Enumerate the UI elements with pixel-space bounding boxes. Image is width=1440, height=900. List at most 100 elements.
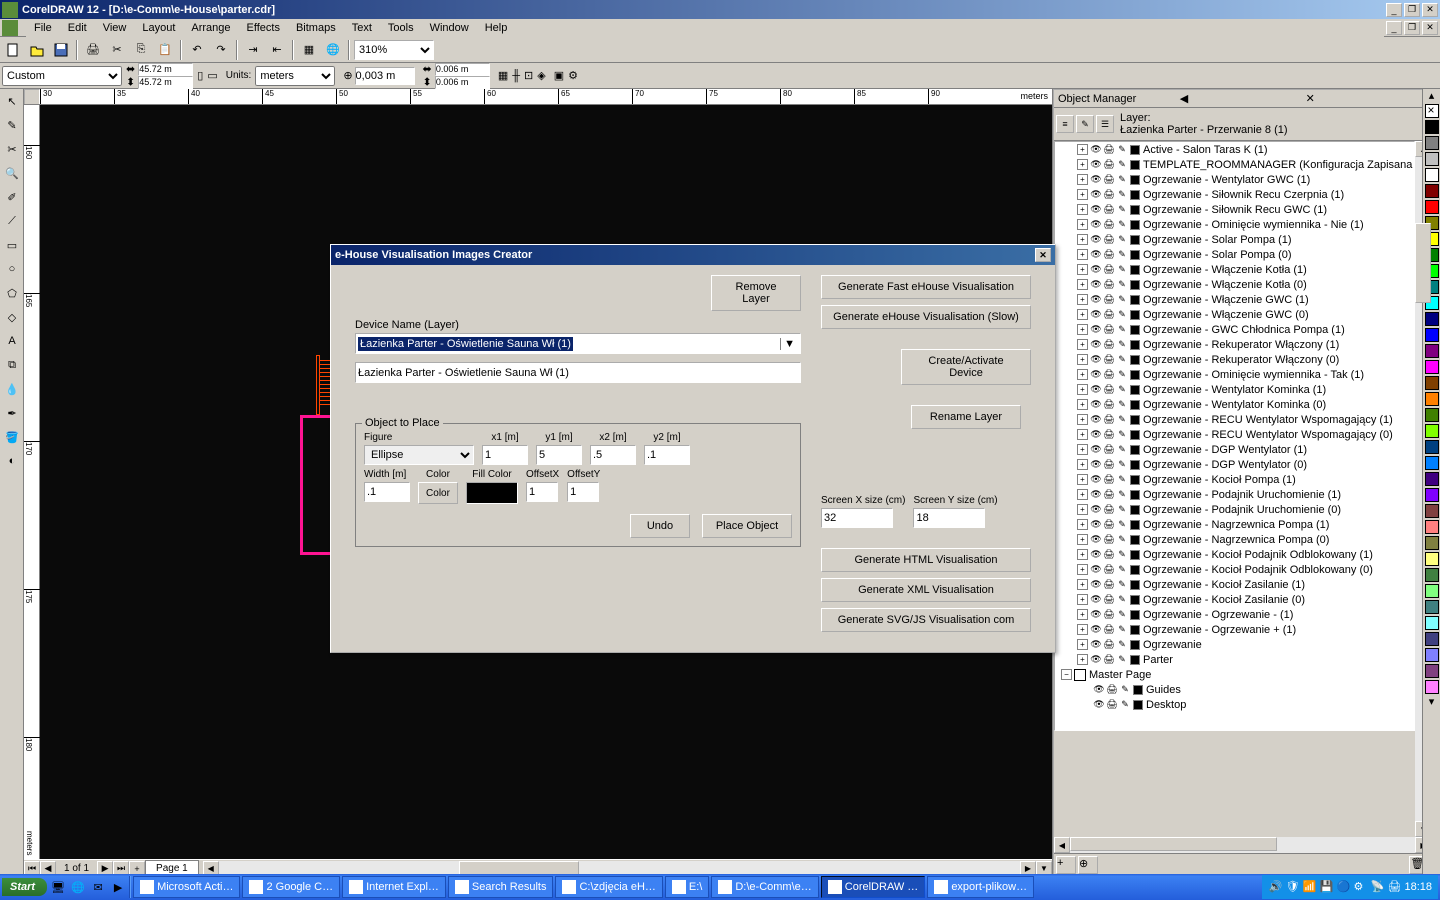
layer-color-swatch[interactable] — [1130, 325, 1140, 335]
layer-row[interactable]: +👁🖨✎Ogrzewanie - Włączenie GWC (1) — [1055, 292, 1414, 307]
taskbar-task[interactable]: Microsoft Acti… — [133, 876, 240, 898]
layer-color-swatch[interactable] — [1130, 580, 1140, 590]
print-icon[interactable]: 🖨 — [1103, 354, 1115, 366]
tree-expand-icon[interactable]: + — [1077, 384, 1088, 395]
undo-button[interactable]: Undo — [630, 514, 690, 538]
print-icon[interactable]: 🖨 — [1103, 399, 1115, 411]
eye-icon[interactable]: 👁 — [1090, 594, 1102, 606]
layer-color-swatch[interactable] — [1130, 595, 1140, 605]
layer-color-swatch[interactable] — [1130, 265, 1140, 275]
screen-x-input[interactable] — [821, 508, 893, 528]
eye-icon[interactable]: 👁 — [1090, 354, 1102, 366]
pencil-icon[interactable]: ✎ — [1116, 234, 1128, 246]
pencil-icon[interactable]: ✎ — [1116, 414, 1128, 426]
layer-row[interactable]: +👁🖨✎Ogrzewanie - Ogrzewanie + (1) — [1055, 622, 1414, 637]
pencil-icon[interactable]: ✎ — [1116, 384, 1128, 396]
layer-color-swatch[interactable] — [1130, 400, 1140, 410]
tray-icon[interactable]: 🔵 — [1336, 880, 1350, 894]
layer-row[interactable]: +👁🖨✎Ogrzewanie - Ominięcie wymiennika - … — [1055, 217, 1414, 232]
layer-row[interactable]: +👁🖨✎Ogrzewanie - Solar Pompa (0) — [1055, 247, 1414, 262]
layer-row[interactable]: +👁🖨✎Ogrzewanie - Ogrzewanie - (1) — [1055, 607, 1414, 622]
paper-type[interactable]: Custom — [2, 66, 122, 86]
dup-y[interactable] — [435, 76, 490, 89]
print-icon[interactable]: 🖨 — [1103, 624, 1115, 636]
eye-icon[interactable]: 👁 — [1090, 279, 1102, 291]
shape-tool-icon[interactable]: ✎ — [1, 114, 23, 136]
tree-hscrollbar[interactable]: ◀▶ — [1054, 837, 1431, 853]
snap-guides-icon[interactable]: ╫ — [512, 70, 520, 82]
menu-tools[interactable]: Tools — [380, 20, 422, 36]
layer-row[interactable]: +👁🖨✎Ogrzewanie - Kocioł Zasilanie (0) — [1055, 592, 1414, 607]
layer-color-swatch[interactable] — [1130, 430, 1140, 440]
tree-expand-icon[interactable]: + — [1077, 624, 1088, 635]
eyedropper-icon[interactable]: 💧 — [1, 378, 23, 400]
layer-row[interactable]: +👁🖨✎Ogrzewanie - GWC Chłodnica Pompa (1) — [1055, 322, 1414, 337]
layer-row[interactable]: +👁🖨✎Ogrzewanie - Rekuperator Włączony (1… — [1055, 337, 1414, 352]
tree-expand-icon[interactable]: + — [1077, 594, 1088, 605]
eye-icon[interactable]: 👁 — [1090, 144, 1102, 156]
eye-icon[interactable]: 👁 — [1090, 429, 1102, 441]
tree-expand-icon[interactable]: + — [1077, 399, 1088, 410]
layer-row[interactable]: +👁🖨✎Ogrzewanie - Kocioł Podajnik Odbloko… — [1055, 562, 1414, 577]
layer-row[interactable]: +👁🖨✎Ogrzewanie — [1055, 637, 1414, 652]
pencil-icon[interactable]: ✎ — [1116, 294, 1128, 306]
layer-color-swatch[interactable] — [1130, 310, 1140, 320]
pencil-icon[interactable]: ✎ — [1116, 399, 1128, 411]
pencil-icon[interactable]: ✎ — [1116, 264, 1128, 276]
no-fill-swatch[interactable] — [1425, 104, 1439, 118]
menu-effects[interactable]: Effects — [239, 20, 288, 36]
layer-color-swatch[interactable] — [1130, 475, 1140, 485]
tree-expand-icon[interactable]: + — [1077, 534, 1088, 545]
new-icon[interactable] — [2, 39, 24, 61]
print-icon[interactable]: 🖨 — [1103, 594, 1115, 606]
layer-row[interactable]: +👁🖨✎Active - Salon Taras K (1) — [1055, 142, 1414, 157]
layer-color-swatch[interactable] — [1130, 625, 1140, 635]
menu-text[interactable]: Text — [344, 20, 380, 36]
layer-row[interactable]: +👁🖨✎Ogrzewanie - RECU Wentylator Wspomag… — [1055, 412, 1414, 427]
ql-media-icon[interactable]: ▶ — [109, 878, 127, 896]
gen-xml-button[interactable]: Generate XML Visualisation — [821, 578, 1031, 602]
landscape-icon[interactable]: ▭ — [207, 69, 217, 82]
units-combo[interactable]: meters — [255, 66, 335, 86]
pencil-icon[interactable]: ✎ — [1116, 489, 1128, 501]
figure-combo[interactable]: Ellipse — [364, 445, 474, 465]
smart-drawing-icon[interactable]: ⟋ — [1, 210, 23, 232]
x2-input[interactable] — [590, 445, 636, 465]
crop-tool-icon[interactable]: ✂ — [1, 138, 23, 160]
taskbar-task[interactable]: CorelDRAW … — [821, 876, 926, 898]
eye-icon[interactable]: 👁 — [1090, 459, 1102, 471]
offsety-input[interactable] — [567, 482, 599, 502]
layer-row[interactable]: +👁🖨✎Ogrzewanie - Kocioł Zasilanie (1) — [1055, 577, 1414, 592]
layer-color-swatch[interactable] — [1130, 250, 1140, 260]
gen-html-button[interactable]: Generate HTML Visualisation — [821, 548, 1031, 572]
tree-expand-icon[interactable]: + — [1077, 294, 1088, 305]
print-icon[interactable]: 🖨 — [1103, 219, 1115, 231]
outline-tool-icon[interactable]: ✒ — [1, 402, 23, 424]
print-icon[interactable]: 🖨 — [1103, 369, 1115, 381]
print-icon[interactable]: 🖨 — [1103, 474, 1115, 486]
redo-icon[interactable]: ↷ — [210, 39, 232, 61]
layer-color-swatch[interactable] — [1130, 505, 1140, 515]
screen-y-input[interactable] — [913, 508, 985, 528]
tree-expand-icon[interactable]: + — [1077, 189, 1088, 200]
mdi-minimize[interactable]: _ — [1386, 21, 1402, 35]
treat-as-filled-icon[interactable]: ▣ — [554, 69, 564, 82]
eye-icon[interactable]: 👁 — [1090, 534, 1102, 546]
print-icon[interactable]: 🖨 — [82, 39, 104, 61]
layer-row[interactable]: +👁🖨✎Ogrzewanie - Włączenie Kotła (0) — [1055, 277, 1414, 292]
pencil-icon[interactable]: ✎ — [1116, 474, 1128, 486]
tree-expand-icon[interactable]: + — [1077, 234, 1088, 245]
pencil-icon[interactable]: ✎ — [1116, 324, 1128, 336]
print-icon[interactable]: 🖨 — [1103, 189, 1115, 201]
new-layer-icon[interactable]: + — [1056, 856, 1076, 874]
tree-expand-icon[interactable]: + — [1077, 324, 1088, 335]
pencil-icon[interactable]: ✎ — [1116, 459, 1128, 471]
undo-icon[interactable]: ↶ — [186, 39, 208, 61]
mdi-restore[interactable]: ❐ — [1404, 21, 1420, 35]
ql-outlook-icon[interactable]: ✉ — [89, 878, 107, 896]
pencil-icon[interactable]: ✎ — [1116, 504, 1128, 516]
menu-help[interactable]: Help — [477, 20, 516, 36]
paper-width[interactable] — [138, 63, 193, 76]
interactive-blend-icon[interactable]: ⧉ — [1, 354, 23, 376]
print-icon[interactable]: 🖨 — [1103, 549, 1115, 561]
